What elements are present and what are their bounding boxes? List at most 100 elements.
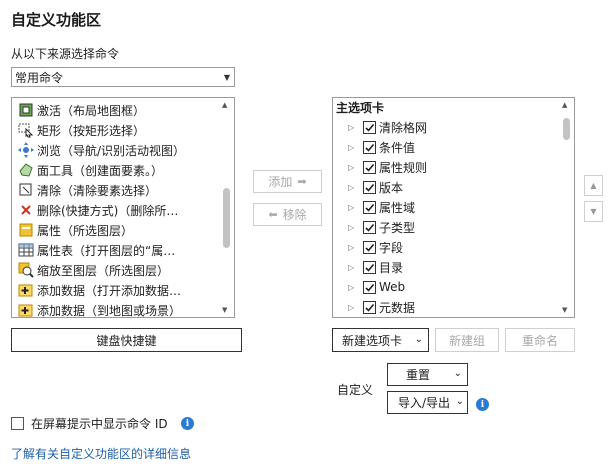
- tree-item-label: 属性规则: [379, 160, 428, 175]
- expand-arrow-icon[interactable]: ▷: [348, 123, 356, 132]
- list-item-label: 删除(快捷方式)（删除所…: [37, 203, 179, 218]
- checkmark-icon: [365, 203, 375, 212]
- info-icon[interactable]: i: [476, 398, 489, 411]
- tree-item-label: 版本: [379, 180, 404, 195]
- tree-item[interactable]: ▷ 属性域: [333, 197, 574, 217]
- expand-arrow-icon[interactable]: ▷: [348, 263, 356, 272]
- checkmark-icon: [365, 223, 375, 232]
- activate-icon: [18, 102, 34, 118]
- list-item-label: 添加数据（打开添加数据…: [37, 283, 182, 298]
- ribbon-tabs-tree[interactable]: 主选项卡 ▷ 清除格网 ▷ 条件值 ▷ 属性规则 ▷ 版本 ▷ 属性域 ▷ 子类型 ▷ 字段 ▷ 目录 ▷ Web…: [332, 97, 575, 318]
- tree-item-label: 属性域: [379, 200, 416, 215]
- commands-list[interactable]: 激活（布局地图框） 矩形（按矩形选择） 浏览（导航/识别活动视图） 面工具（创建面要素…: [11, 97, 235, 318]
- polygon-tool-icon: [18, 162, 34, 178]
- list-item[interactable]: 矩形（按矩形选择）: [12, 120, 234, 140]
- move-down-button[interactable]: ▼: [584, 201, 603, 222]
- scroll-down-icon[interactable]: ▼: [222, 306, 227, 314]
- add-button[interactable]: 添加 ➡: [253, 170, 322, 193]
- list-item[interactable]: 清除（清除要素选择）: [12, 180, 234, 200]
- tree-item[interactable]: ▷ 子类型: [333, 217, 574, 237]
- list-item[interactable]: 面工具（创建面要素。）: [12, 160, 234, 180]
- tree-item[interactable]: ▷ 字段: [333, 237, 574, 257]
- learn-more-link[interactable]: 了解有关自定义功能区的详细信息: [11, 445, 191, 462]
- list-item[interactable]: 添加数据（到地图或场景）: [12, 300, 234, 317]
- scroll-thumb[interactable]: [223, 188, 230, 248]
- tree-item-label: 条件值: [379, 140, 416, 155]
- tree-item[interactable]: ▷ Web: [333, 277, 574, 297]
- tab-checkbox[interactable]: [363, 240, 376, 254]
- chevron-down-icon: ⌄: [453, 368, 462, 379]
- move-up-button[interactable]: ▲: [584, 175, 603, 196]
- expand-arrow-icon[interactable]: ▷: [348, 303, 356, 312]
- tree-item[interactable]: ▷ 属性规则: [333, 157, 574, 177]
- scroll-down-icon[interactable]: ▼: [562, 306, 567, 314]
- clear-selection-icon: [18, 182, 34, 198]
- tree-item[interactable]: ▷ 条件值: [333, 137, 574, 157]
- tab-checkbox[interactable]: [363, 120, 376, 134]
- tree-scrollbar[interactable]: ▲ ▼: [560, 98, 573, 317]
- reset-label: 重置: [406, 368, 431, 382]
- expand-arrow-icon[interactable]: ▷: [348, 143, 356, 152]
- checkmark-icon: [365, 283, 375, 292]
- scroll-up-icon[interactable]: ▲: [222, 101, 227, 109]
- tab-checkbox[interactable]: [363, 200, 376, 214]
- scroll-thumb[interactable]: [563, 118, 570, 140]
- tab-checkbox[interactable]: [363, 300, 376, 314]
- command-source-dropdown[interactable]: 常用命令 ▼: [11, 67, 235, 87]
- tab-checkbox[interactable]: [363, 180, 376, 194]
- list-item-label: 浏览（导航/识别活动视图）: [37, 143, 186, 158]
- expand-arrow-icon[interactable]: ▷: [348, 163, 356, 172]
- tree-item[interactable]: ▷ 清除格网: [333, 117, 574, 137]
- tree-item-label: 元数据: [379, 300, 416, 315]
- list-item[interactable]: 属性表（打开图层的“属…: [12, 240, 234, 260]
- list-item-label: 属性（所选图层）: [37, 223, 134, 238]
- import-export-dropdown[interactable]: 导入/导出 ⌄: [387, 391, 468, 414]
- list-item-label: 矩形（按矩形选择）: [37, 123, 146, 138]
- tree-item-label: 目录: [379, 260, 404, 275]
- show-ids-checkbox[interactable]: [11, 417, 24, 430]
- show-ids-checkbox-row[interactable]: 在屏幕提示中显示命令 ID: [11, 415, 168, 432]
- rename-button[interactable]: 重命名: [505, 328, 575, 352]
- list-item[interactable]: 激活（布局地图框）: [12, 100, 234, 120]
- tab-checkbox[interactable]: [363, 160, 376, 174]
- chevron-up-icon: ▲: [590, 181, 597, 190]
- list-item[interactable]: 缩放至图层（所选图层）: [12, 260, 234, 280]
- tab-checkbox[interactable]: [363, 280, 376, 294]
- select-rectangle-icon: [18, 122, 34, 138]
- list-item[interactable]: 添加数据（打开添加数据…: [12, 280, 234, 300]
- new-tab-dropdown[interactable]: 新建选项卡 ⌄: [332, 328, 429, 352]
- tree-item[interactable]: ▷ 目录: [333, 257, 574, 277]
- remove-button[interactable]: ⬅ 移除: [253, 203, 322, 226]
- tree-item[interactable]: ▷ 元数据: [333, 297, 574, 317]
- checkmark-icon: [365, 123, 375, 132]
- keyboard-shortcuts-button[interactable]: 键盘快捷键: [11, 328, 242, 352]
- list-item-label: 清除（清除要素选择）: [37, 183, 158, 198]
- scroll-up-icon[interactable]: ▲: [562, 101, 567, 109]
- new-group-button[interactable]: 新建组: [435, 328, 499, 352]
- info-icon[interactable]: i: [181, 417, 194, 430]
- tab-checkbox[interactable]: [363, 220, 376, 234]
- arrow-right-icon: ➡: [297, 175, 307, 188]
- list-item[interactable]: 浏览（导航/识别活动视图）: [12, 140, 234, 160]
- show-ids-label: 在屏幕提示中显示命令 ID: [31, 417, 168, 431]
- list-item-label: 激活（布局地图框）: [37, 103, 146, 118]
- tree-item[interactable]: ▷ 版本: [333, 177, 574, 197]
- commands-scrollbar[interactable]: ▲ ▼: [220, 98, 233, 317]
- zoom-to-layer-icon: [18, 262, 34, 278]
- chevron-down-icon: ▼: [223, 73, 230, 82]
- expand-arrow-icon[interactable]: ▷: [348, 223, 356, 232]
- expand-arrow-icon[interactable]: ▷: [348, 203, 356, 212]
- list-item-label: 属性表（打开图层的“属…: [37, 243, 176, 258]
- checkmark-icon: [365, 183, 375, 192]
- expand-arrow-icon[interactable]: ▷: [348, 183, 356, 192]
- list-item[interactable]: 属性（所选图层）: [12, 220, 234, 240]
- checkmark-icon: [365, 143, 375, 152]
- expand-arrow-icon[interactable]: ▷: [348, 283, 356, 292]
- expand-arrow-icon[interactable]: ▷: [348, 243, 356, 252]
- tab-checkbox[interactable]: [363, 260, 376, 274]
- tree-header-main-tabs[interactable]: 主选项卡: [333, 98, 574, 117]
- tab-checkbox[interactable]: [363, 140, 376, 154]
- chevron-down-icon: ▼: [590, 207, 597, 216]
- reset-dropdown[interactable]: 重置 ⌄: [387, 363, 468, 386]
- list-item[interactable]: 删除(快捷方式)（删除所…: [12, 200, 234, 220]
